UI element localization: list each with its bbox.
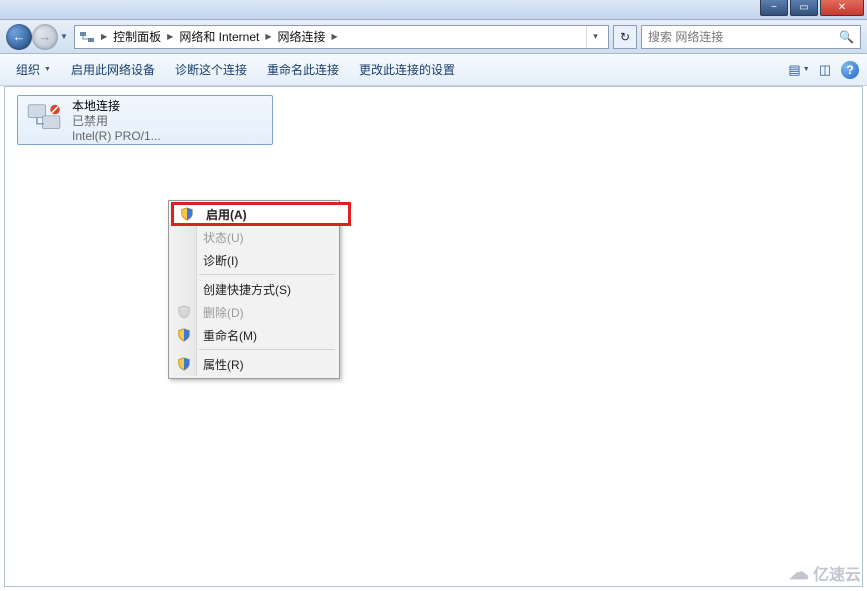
network-adapter-icon [24,99,64,139]
toolbar: 组织 ▼ 启用此网络设备 诊断这个连接 重命名此连接 更改此连接的设置 ▤▼ ◫… [0,54,867,86]
context-menu-separator [199,349,335,350]
breadcrumb-network-connections[interactable]: 网络连接 [274,28,330,45]
search-placeholder: 搜索 网络连接 [648,28,723,45]
close-button[interactable]: ✕ [820,0,864,16]
context-menu-diagnose[interactable]: 诊断(I) [171,249,337,271]
context-menu-rename[interactable]: 重命名(M) [171,324,337,346]
context-menu-properties[interactable]: 属性(R) [171,353,337,375]
address-dropdown[interactable]: ▾ [586,26,604,48]
nav-arrows: ← → ▼ [6,24,70,50]
breadcrumb-separator-icon: ▶ [165,32,175,41]
window-controls: − ▭ ✕ [760,0,864,16]
context-menu-create-shortcut-label: 创建快捷方式(S) [203,281,291,298]
preview-pane-icon: ◫ [819,62,831,78]
forward-button[interactable]: → [32,24,58,50]
organize-menu[interactable]: 组织 ▼ [8,57,59,82]
breadcrumb-network-internet[interactable]: 网络和 Internet [175,28,263,45]
context-menu-separator [199,274,335,275]
context-menu-properties-label: 属性(R) [203,356,244,373]
rename-button[interactable]: 重命名此连接 [259,57,347,82]
breadcrumb-separator-icon: ▶ [263,32,273,41]
connection-item-local[interactable]: 本地连接 已禁用 Intel(R) PRO/1... [17,95,273,145]
shield-icon [180,207,194,221]
shield-icon [177,328,191,342]
enable-device-button[interactable]: 启用此网络设备 [63,57,163,82]
context-menu-create-shortcut[interactable]: 创建快捷方式(S) [171,278,337,300]
dropdown-icon: ▼ [44,66,51,73]
back-button[interactable]: ← [6,24,32,50]
organize-label: 组织 [16,61,40,78]
breadcrumb-separator-icon: ▶ [330,32,340,41]
watermark-text: 亿速云 [813,561,861,585]
breadcrumb-separator-icon: ▶ [99,32,109,41]
search-input[interactable]: 搜索 网络连接 🔍 [641,25,861,49]
address-bar[interactable]: ▶ 控制面板 ▶ 网络和 Internet ▶ 网络连接 ▶ ▾ [74,25,609,49]
refresh-button[interactable]: ↻ [613,25,637,49]
preview-pane-button[interactable]: ◫ [815,60,835,80]
dropdown-icon: ▼ [803,66,810,73]
shield-icon [177,357,191,371]
context-menu-enable-label: 启用(A) [206,206,247,223]
refresh-icon: ↻ [620,30,630,44]
content-pane: 本地连接 已禁用 Intel(R) PRO/1... 启用(A) 状态(U) 诊… [4,86,863,587]
help-button[interactable]: ? [841,61,859,79]
minimize-button[interactable]: − [760,0,788,16]
cloud-icon: ☁ [789,560,809,585]
navigation-bar: ← → ▼ ▶ 控制面板 ▶ 网络和 Internet ▶ 网络连接 ▶ ▾ ↻… [0,20,867,54]
context-menu: 启用(A) 状态(U) 诊断(I) 创建快捷方式(S) 删除(D) 重命名(M) [168,200,340,379]
view-icon: ▤ [788,62,800,78]
context-menu-delete: 删除(D) [171,301,337,323]
maximize-button[interactable]: ▭ [790,0,818,16]
network-location-icon [79,29,95,45]
context-menu-status-label: 状态(U) [203,229,244,246]
watermark: ☁ 亿速云 [789,560,861,585]
breadcrumb-control-panel[interactable]: 控制面板 [109,28,165,45]
view-options-button[interactable]: ▤▼ [789,60,809,80]
connection-status: 已禁用 [72,114,161,129]
change-settings-button[interactable]: 更改此连接的设置 [351,57,463,82]
connection-title: 本地连接 [72,99,161,114]
context-menu-diagnose-label: 诊断(I) [203,252,238,269]
context-menu-status: 状态(U) [171,226,337,248]
diagnose-button[interactable]: 诊断这个连接 [167,57,255,82]
connection-adapter: Intel(R) PRO/1... [72,129,161,144]
context-menu-enable[interactable]: 启用(A) [171,202,351,226]
context-menu-delete-label: 删除(D) [203,304,244,321]
connection-text: 本地连接 已禁用 Intel(R) PRO/1... [72,99,161,144]
shield-icon [177,305,191,319]
search-icon: 🔍 [839,30,854,44]
context-menu-rename-label: 重命名(M) [203,327,257,344]
nav-history-dropdown[interactable]: ▼ [58,24,70,50]
window-titlebar: − ▭ ✕ [0,0,867,20]
toolbar-right: ▤▼ ◫ ? [789,60,859,80]
